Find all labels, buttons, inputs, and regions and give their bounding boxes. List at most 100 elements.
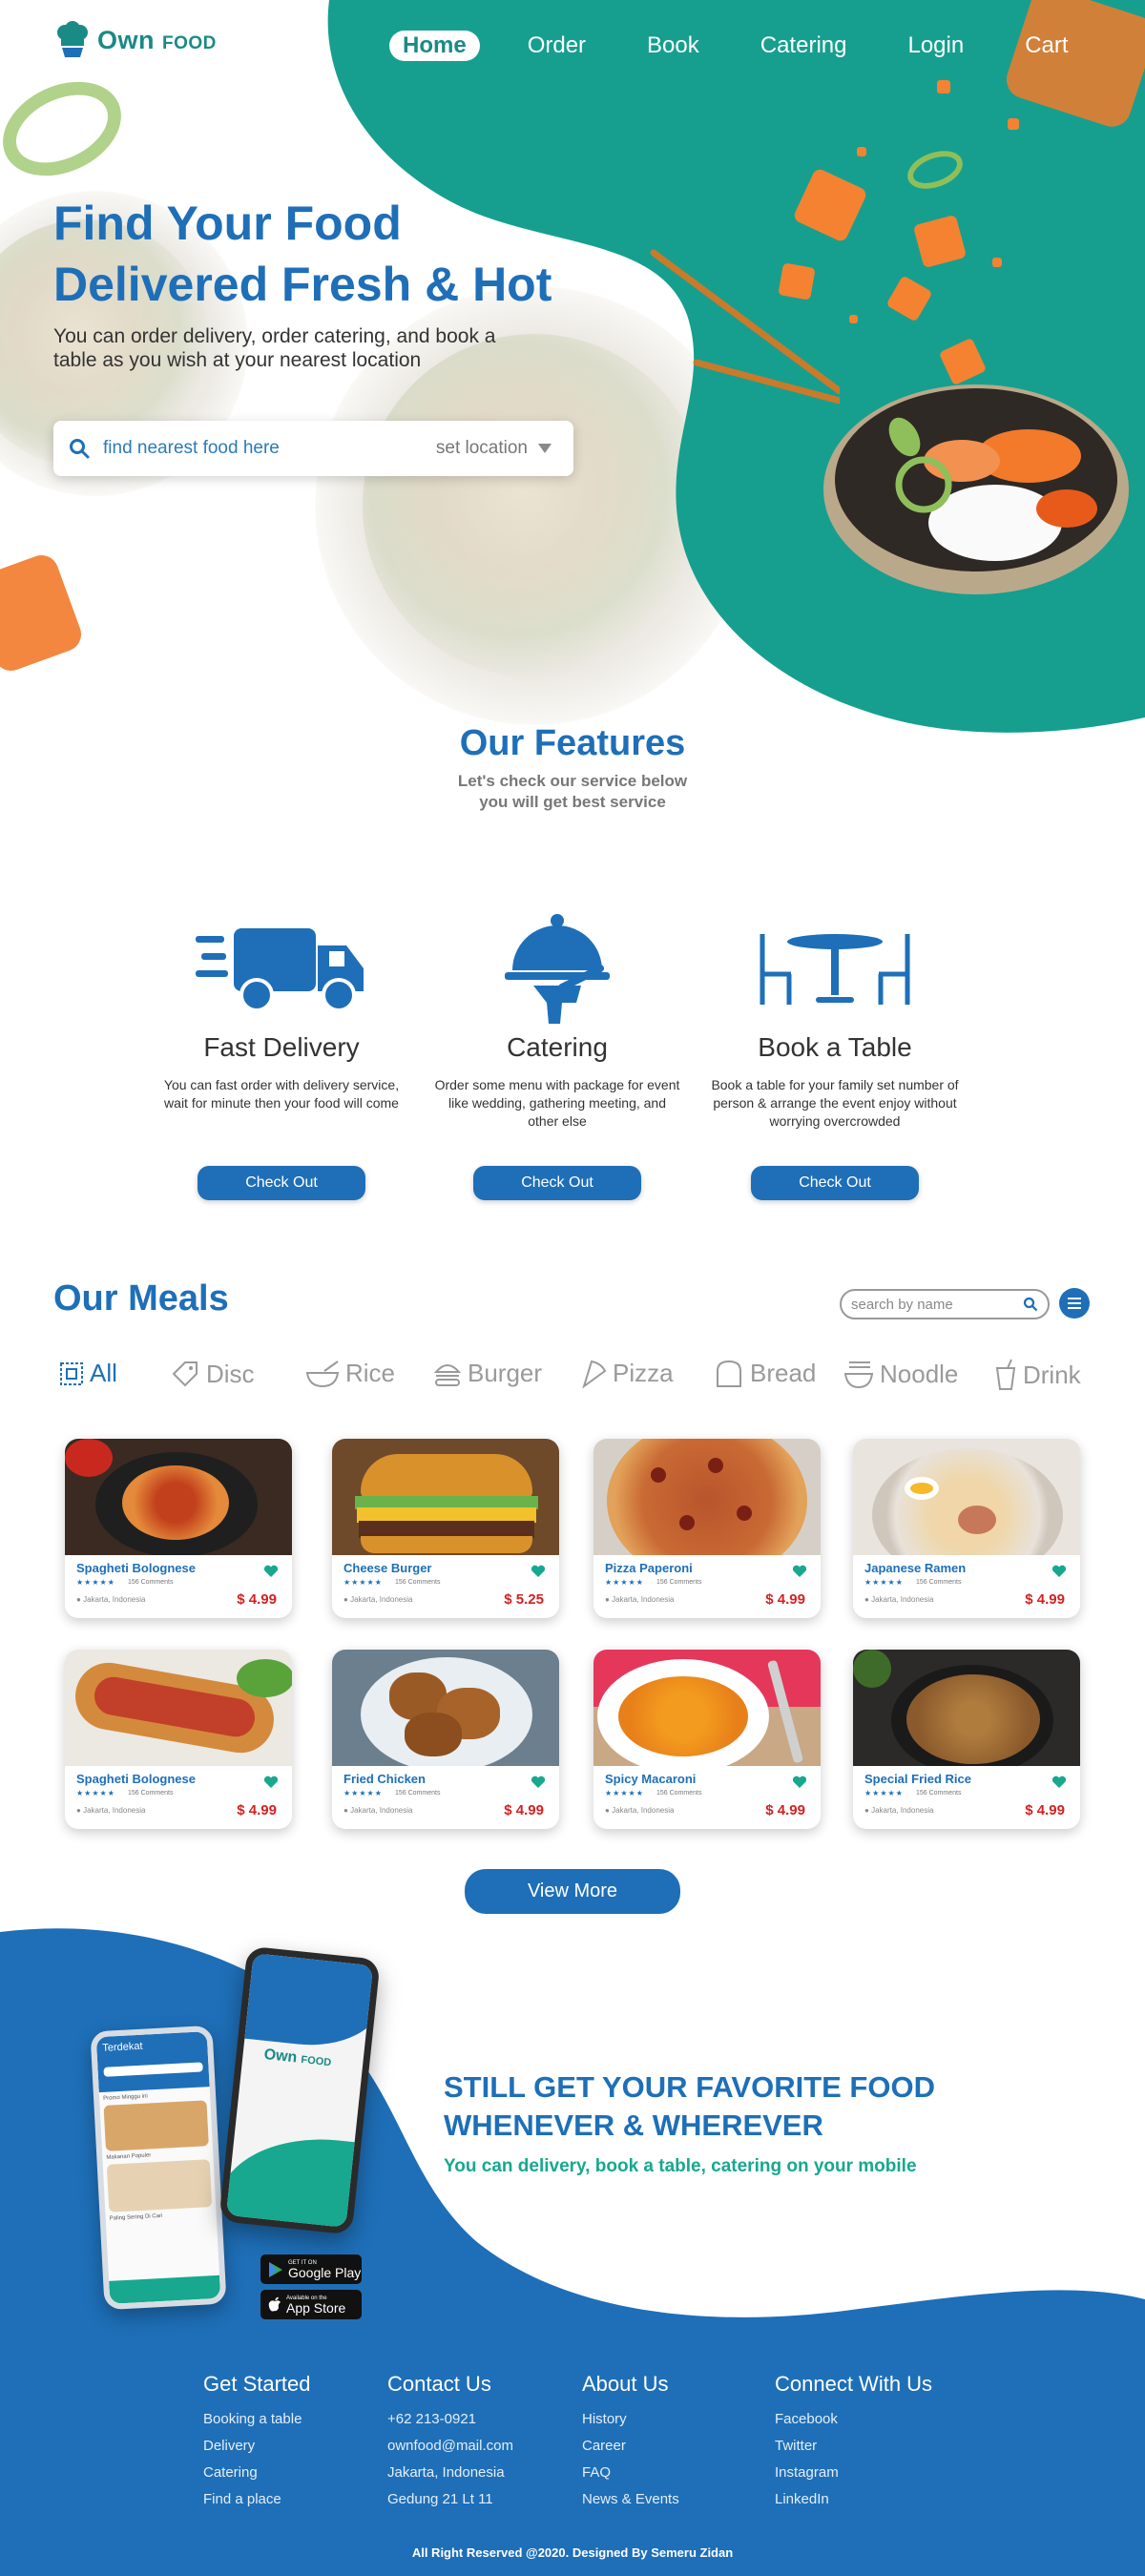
rating-stars: ★★★★★ <box>344 1578 383 1587</box>
heart-icon[interactable] <box>531 1776 546 1789</box>
discount-tag-icon <box>172 1361 198 1387</box>
rating-stars: ★★★★★ <box>605 1789 644 1797</box>
meal-location: ● Jakarta, Indonesia <box>605 1595 674 1604</box>
phone-mockup-back: Terdekat Promo Minggu ini Makanan Popule… <box>90 2025 227 2311</box>
phone-logo-suffix: FOOD <box>300 2054 332 2069</box>
category-tab-pizza[interactable]: Pizza <box>582 1359 674 1388</box>
chevron-down-icon[interactable] <box>537 443 552 454</box>
meal-location: ● Jakarta, Indonesia <box>864 1595 933 1604</box>
footer-link[interactable]: Catering <box>203 2460 311 2486</box>
heart-icon[interactable] <box>1051 1565 1067 1578</box>
meal-location-text: Jakarta, Indonesia <box>350 1595 413 1604</box>
footer-link[interactable]: History <box>582 2406 679 2433</box>
check-out-button[interactable]: Check Out <box>473 1166 641 1200</box>
nav-book[interactable]: Book <box>634 31 713 61</box>
dining-table-icon <box>760 934 910 1005</box>
footer-link-instagram[interactable]: Instagram <box>775 2460 932 2486</box>
meal-card[interactable]: Japanese Ramen ★★★★★ 156 Comments ● Jaka… <box>853 1439 1080 1618</box>
category-label: All <box>90 1359 117 1387</box>
cloche-icon <box>505 914 610 1024</box>
google-play-button[interactable]: GET IT ON Google Play <box>260 2254 362 2284</box>
category-tab-bread[interactable]: Bread <box>714 1359 816 1388</box>
phone-logo-name: Own <box>262 2046 299 2067</box>
check-out-button[interactable]: Check Out <box>198 1166 365 1200</box>
footer-link[interactable]: Career <box>582 2433 679 2460</box>
chef-hat-icon <box>57 21 88 57</box>
meal-card[interactable]: Spicy Macaroni ★★★★★ 156 Comments ● Jaka… <box>593 1650 821 1829</box>
brand-name-suffix: FOOD <box>162 32 217 53</box>
feature-desc: Order some menu with package for event l… <box>434 1077 680 1129</box>
meal-image <box>65 1650 292 1766</box>
meal-card[interactable]: Cheese Burger ★★★★★ 156 Comments ● Jakar… <box>332 1439 559 1618</box>
meal-name: Spicy Macaroni <box>605 1772 697 1786</box>
meal-image <box>853 1439 1080 1555</box>
location-pin-icon: ● <box>76 1595 81 1604</box>
footer-link-linkedin[interactable]: LinkedIn <box>775 2486 932 2513</box>
features-subtitle: Let's check our service below you will g… <box>382 771 763 813</box>
rating-stars: ★★★★★ <box>76 1578 115 1587</box>
phone-screen-title: Terdekat <box>102 2040 143 2054</box>
promo-title-line2: WHENEVER & WHEREVER <box>444 2109 823 2142</box>
meal-card[interactable]: Pizza Paperoni ★★★★★ 156 Comments ● Jaka… <box>593 1439 821 1618</box>
brand-logo[interactable]: Own FOOD <box>55 21 217 59</box>
footer-link[interactable]: FAQ <box>582 2460 679 2486</box>
poke-bowl <box>823 384 1129 594</box>
heart-icon[interactable] <box>792 1565 807 1578</box>
search-icon[interactable] <box>1023 1297 1038 1312</box>
hamburger-icon <box>1068 1298 1081 1309</box>
meal-card[interactable]: Spagheti Bolognese ★★★★★ 156 Comments ● … <box>65 1650 292 1829</box>
footer-link[interactable]: News & Events <box>582 2486 679 2513</box>
footer-column-get-started: Get Started Booking a table Delivery Cat… <box>203 2372 311 2513</box>
copyright: All Right Reserved @2020. Designed By Se… <box>411 2545 734 2560</box>
search-input[interactable]: find nearest food here <box>103 438 436 459</box>
heart-icon[interactable] <box>792 1776 807 1789</box>
meal-price: $ 4.99 <box>1025 1802 1065 1818</box>
meal-card[interactable]: Spagheti Bolognese ★★★★★ 156 Comments ● … <box>65 1439 292 1618</box>
footer-phone[interactable]: +62 213-0921 <box>387 2406 513 2433</box>
meal-search-input[interactable]: search by name <box>840 1289 1050 1319</box>
heart-icon[interactable] <box>263 1776 279 1789</box>
hero-title-line1: Find Your Food <box>53 197 402 250</box>
check-out-button[interactable]: Check Out <box>751 1166 919 1200</box>
heart-icon[interactable] <box>531 1565 546 1578</box>
promo-title-line1: STILL GET YOUR FAVORITE FOOD <box>444 2070 935 2104</box>
heart-icon[interactable] <box>263 1565 279 1578</box>
footer-email[interactable]: ownfood@mail.com <box>387 2433 513 2460</box>
view-more-button[interactable]: View More <box>465 1869 680 1914</box>
category-tab-burger[interactable]: Burger <box>433 1359 542 1388</box>
roe-dot <box>992 258 1002 267</box>
footer-link[interactable]: Delivery <box>203 2433 311 2460</box>
nav-login[interactable]: Login <box>894 31 977 61</box>
features-title: Our Features <box>459 723 686 763</box>
menu-button[interactable] <box>1059 1288 1090 1319</box>
category-tab-all[interactable]: All <box>59 1359 117 1388</box>
set-location-dropdown[interactable]: set location <box>436 438 528 459</box>
meal-image <box>65 1439 292 1555</box>
nav-catering[interactable]: Catering <box>747 31 861 61</box>
category-tab-disc[interactable]: Disc <box>170 1359 255 1389</box>
app-store-button[interactable]: Available on the App Store <box>260 2290 362 2319</box>
category-tab-drink[interactable]: Drink <box>994 1359 1081 1391</box>
roe-dot <box>849 315 858 323</box>
heart-icon[interactable] <box>1051 1776 1067 1789</box>
footer-link[interactable]: Find a place <box>203 2486 311 2513</box>
meal-card[interactable]: Special Fried Rice ★★★★★ 156 Comments ● … <box>853 1650 1080 1829</box>
nav-home[interactable]: Home <box>389 31 480 61</box>
footer-link-twitter[interactable]: Twitter <box>775 2433 932 2460</box>
meal-name: Pizza Paperoni <box>605 1561 693 1575</box>
feature-desc: You can fast order with delivery service… <box>163 1077 400 1111</box>
app-store-label: App Store <box>286 2299 346 2316</box>
meal-price: $ 4.99 <box>765 1591 805 1608</box>
category-tab-noodle[interactable]: Noodle <box>843 1359 958 1389</box>
hero-search-bar[interactable]: find nearest food here set location <box>53 421 573 476</box>
footer-heading: About Us <box>582 2372 669 2396</box>
nav-cart[interactable]: Cart <box>1011 31 1081 61</box>
footer-link-facebook[interactable]: Facebook <box>775 2406 932 2433</box>
meal-card[interactable]: Fried Chicken ★★★★★ 156 Comments ● Jakar… <box>332 1650 559 1829</box>
footer-address: Jakarta, Indonesia <box>387 2464 505 2481</box>
location-pin-icon: ● <box>76 1806 81 1815</box>
location-pin-icon: ● <box>864 1595 869 1604</box>
nav-order[interactable]: Order <box>514 31 599 61</box>
footer-link[interactable]: Booking a table <box>203 2406 311 2433</box>
category-tab-rice[interactable]: Rice <box>305 1359 395 1388</box>
